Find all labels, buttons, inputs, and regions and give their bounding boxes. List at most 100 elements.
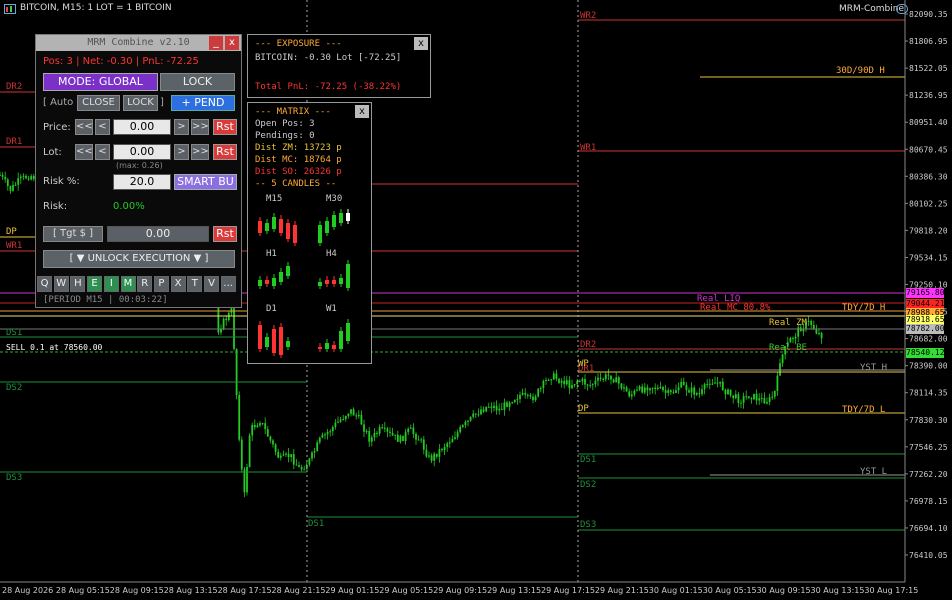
price-axis-label: 81236.95 bbox=[909, 91, 948, 100]
time-axis-label: 29 Aug 09:15 bbox=[433, 586, 487, 595]
price-tag: 78540.12 bbox=[906, 348, 945, 358]
mini-candle-body bbox=[272, 278, 276, 286]
timeframe-button-more[interactable]: ... bbox=[220, 276, 236, 292]
candle-body bbox=[253, 424, 256, 428]
candle-body bbox=[511, 402, 514, 404]
minimize-button[interactable]: _ bbox=[209, 36, 223, 50]
time-axis-label: 28 Aug 2026 bbox=[2, 586, 53, 595]
candle-body bbox=[755, 393, 758, 401]
target-reset-button[interactable]: Rst bbox=[213, 226, 237, 242]
time-axis-label: 29 Aug 17:15 bbox=[541, 586, 595, 595]
candle-body bbox=[454, 437, 456, 440]
lock-button[interactable]: LOCK bbox=[160, 73, 235, 91]
timeframe-button-p[interactable]: P bbox=[153, 276, 169, 292]
candle-body bbox=[745, 396, 748, 398]
candle-body bbox=[446, 443, 449, 448]
candle-body bbox=[794, 336, 797, 339]
candle-body bbox=[487, 406, 490, 408]
price-input[interactable]: 0.00 bbox=[113, 119, 171, 135]
candle-body bbox=[732, 395, 735, 399]
unlock-execution-button[interactable]: [ ▼ UNLOCK EXECUTION ▼ ] bbox=[43, 250, 235, 268]
timeframe-button-r[interactable]: R bbox=[137, 276, 153, 292]
target-dollar-button[interactable]: [ Tgt $ ] bbox=[43, 226, 103, 242]
mini-chart-label: D1 bbox=[266, 304, 277, 314]
candle-body bbox=[9, 185, 12, 191]
price-reset-button[interactable]: Rst bbox=[213, 119, 237, 135]
max-lot-note: (max: 0.26) bbox=[116, 161, 163, 170]
timeframe-button-x[interactable]: X bbox=[170, 276, 186, 292]
lot-step-up-fast[interactable]: >> bbox=[191, 144, 209, 160]
candle-body bbox=[734, 394, 737, 399]
level-label-dp-mid: DP bbox=[578, 404, 589, 414]
price-tag: 78782.00 bbox=[906, 324, 945, 334]
candle-body bbox=[706, 384, 709, 386]
lot-step-up[interactable]: > bbox=[174, 144, 189, 160]
candle-body bbox=[649, 388, 651, 391]
price-step-down[interactable]: < bbox=[95, 119, 110, 135]
timeframe-button-e[interactable]: E bbox=[87, 276, 103, 292]
mini-chart-label: W1 bbox=[326, 304, 337, 314]
candle-body bbox=[272, 440, 274, 445]
candle-body bbox=[542, 380, 545, 388]
timeframe-button-t[interactable]: T bbox=[187, 276, 203, 292]
candle-body bbox=[643, 387, 646, 393]
candle-body bbox=[750, 398, 753, 400]
candle-body bbox=[482, 409, 485, 412]
candle-body bbox=[508, 402, 511, 407]
close-icon[interactable]: x bbox=[414, 37, 428, 50]
candle-body bbox=[285, 453, 287, 455]
candle-body bbox=[766, 401, 768, 404]
candle-body bbox=[433, 453, 436, 461]
level-label-dp-left: DP bbox=[6, 227, 17, 237]
price-axis-label: 76978.15 bbox=[909, 497, 948, 506]
candle-body bbox=[669, 390, 672, 393]
time-axis: 28 Aug 2026 28 Aug 05:15 28 Aug 09:15 28 Au… bbox=[2, 586, 918, 595]
smart-buy-button[interactable]: SMART BU bbox=[174, 174, 237, 190]
mini-candle-body bbox=[293, 225, 297, 243]
timeframe-button-w[interactable]: W bbox=[53, 276, 69, 292]
target-value-input[interactable]: 0.00 bbox=[107, 226, 209, 242]
mode-global-button[interactable]: MODE: GLOBAL bbox=[43, 73, 158, 91]
level-label-dr2-mid: DR2 bbox=[580, 340, 596, 350]
distance-mc: Dist MC: 18764 p bbox=[255, 155, 342, 165]
time-axis-label: 30 Aug 05:15 bbox=[703, 586, 757, 595]
timeframe-button-v[interactable]: V bbox=[204, 276, 219, 292]
timeframe-button-m[interactable]: M bbox=[120, 276, 136, 292]
candle-body bbox=[781, 354, 784, 364]
mini-candle-body bbox=[318, 347, 322, 349]
lock-small-button[interactable]: LOCK bbox=[123, 95, 158, 111]
lot-step-down-fast[interactable]: << bbox=[75, 144, 93, 160]
close-icon[interactable]: x bbox=[355, 105, 369, 118]
distance-zm: Dist ZM: 13723 p bbox=[255, 143, 342, 153]
symbol-title: BITCOIN, M15: 1 LOT = 1 BITCOIN bbox=[20, 3, 172, 13]
smiley-icon[interactable] bbox=[896, 4, 908, 14]
risk-percent-input[interactable]: 20.0 bbox=[113, 174, 171, 190]
timeframe-button-i[interactable]: I bbox=[103, 276, 119, 292]
price-step-up-fast[interactable]: >> bbox=[191, 119, 209, 135]
timeframe-button-h[interactable]: H bbox=[70, 276, 86, 292]
candle-body bbox=[4, 176, 7, 180]
candle-body bbox=[677, 387, 680, 391]
candle-body bbox=[506, 402, 508, 407]
candle-body bbox=[415, 433, 417, 440]
timeframe-button-q[interactable]: Q bbox=[37, 276, 52, 292]
lot-step-down[interactable]: < bbox=[95, 144, 110, 160]
candle-body bbox=[526, 394, 529, 396]
candle-body bbox=[558, 378, 560, 383]
candle-body bbox=[729, 389, 732, 396]
lot-input[interactable]: 0.00 bbox=[113, 144, 171, 160]
close-positions-button[interactable]: CLOSE bbox=[77, 95, 120, 111]
price-step-down-fast[interactable]: << bbox=[75, 119, 93, 135]
mini-candle-body bbox=[272, 217, 276, 229]
candle-body bbox=[347, 413, 350, 417]
exposure-header: --- EXPOSURE --- bbox=[255, 39, 342, 49]
candle-body bbox=[287, 453, 290, 458]
candle-body bbox=[638, 386, 641, 390]
candle-body bbox=[22, 175, 25, 177]
price-step-up[interactable]: > bbox=[174, 119, 189, 135]
candle-body bbox=[792, 337, 794, 339]
close-button[interactable]: x bbox=[225, 36, 239, 50]
lot-reset-button[interactable]: Rst bbox=[213, 144, 237, 160]
add-pending-button[interactable]: + PEND bbox=[171, 95, 235, 111]
candle-body bbox=[581, 378, 584, 382]
